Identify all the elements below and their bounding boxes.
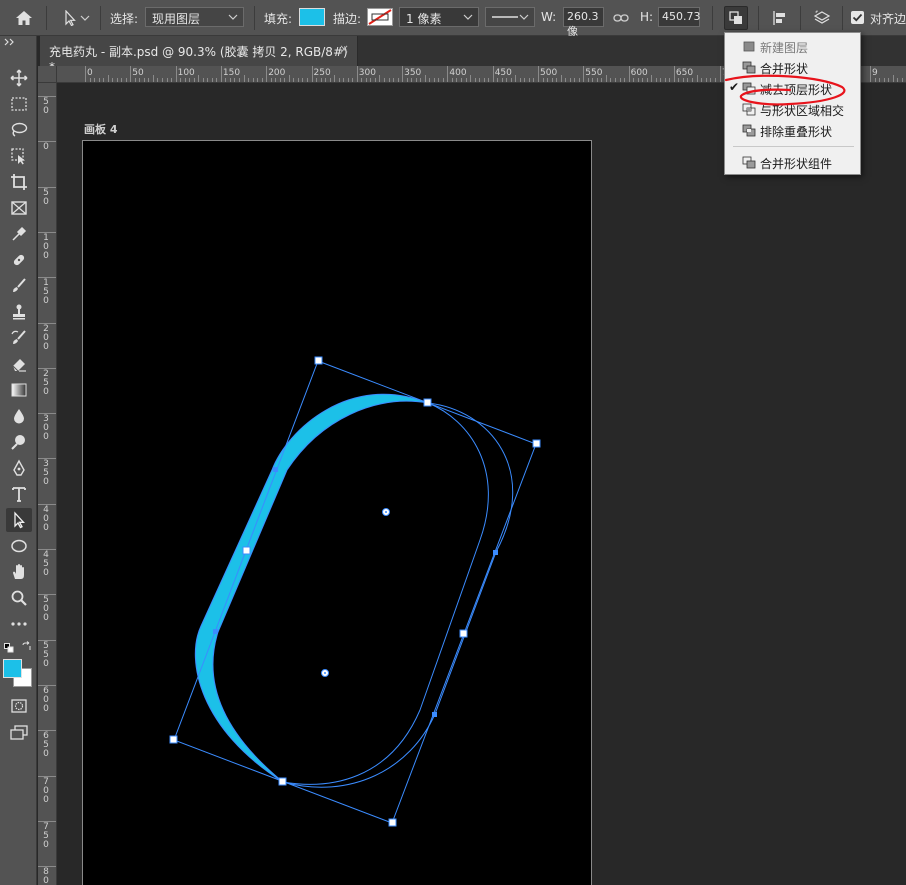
menu-item-label: 合并形状组件 bbox=[760, 157, 833, 171]
merge-shape-components-icon bbox=[742, 156, 756, 169]
anchor-point[interactable] bbox=[242, 546, 251, 555]
bbox-handle[interactable] bbox=[532, 439, 541, 448]
menu-item-subtract-front-shape[interactable]: ✔ 减去顶层形状 bbox=[725, 78, 860, 99]
menu-item-intersect-shape-areas[interactable]: 与形状区域相交 bbox=[725, 99, 860, 120]
path-operations-menu: 新建图层合并形状 ✔ 减去顶层形状 与形状区域相交 排除重叠形状 合并形状组件 bbox=[724, 32, 861, 175]
bbox-handle[interactable] bbox=[388, 818, 397, 827]
anchor-point[interactable] bbox=[459, 629, 468, 638]
intersect-shape-areas-icon bbox=[742, 103, 756, 116]
reference-point[interactable] bbox=[382, 508, 390, 516]
menu-item-merge-shape-components[interactable]: 合并形状组件 bbox=[725, 152, 860, 173]
combine-shapes-icon bbox=[742, 61, 756, 74]
anchor-point-selected[interactable] bbox=[213, 629, 218, 634]
menu-item-label: 与形状区域相交 bbox=[760, 104, 845, 118]
checkmark-icon: ✔ bbox=[729, 80, 740, 94]
exclude-overlapping-shapes-icon bbox=[742, 124, 756, 137]
anchor-point-selected[interactable] bbox=[493, 550, 498, 555]
bbox-handle[interactable] bbox=[169, 735, 178, 744]
new-layer-icon bbox=[743, 41, 755, 52]
menu-separator bbox=[733, 146, 854, 147]
menu-item-exclude-overlapping-shapes[interactable]: 排除重叠形状 bbox=[725, 120, 860, 141]
bbox-handle[interactable] bbox=[314, 356, 323, 365]
top-shape-path bbox=[212, 400, 489, 785]
reference-point[interactable] bbox=[321, 669, 329, 677]
anchor-point[interactable] bbox=[278, 777, 287, 786]
subtract-front-shape-icon bbox=[742, 82, 756, 95]
menu-item-label: 合并形状 bbox=[760, 62, 809, 76]
menu-item-combine-shapes[interactable]: 合并形状 bbox=[725, 57, 860, 78]
menu-item-label: 减去顶层形状 bbox=[760, 83, 833, 97]
anchor-point[interactable] bbox=[423, 398, 432, 407]
menu-item-label: 排除重叠形状 bbox=[760, 125, 833, 139]
menu-item-new-layer[interactable]: 新建图层 bbox=[725, 36, 860, 57]
anchor-point-selected[interactable] bbox=[432, 712, 437, 717]
anchor-point-selected[interactable] bbox=[273, 467, 278, 472]
menu-item-label: 新建图层 bbox=[760, 41, 809, 55]
